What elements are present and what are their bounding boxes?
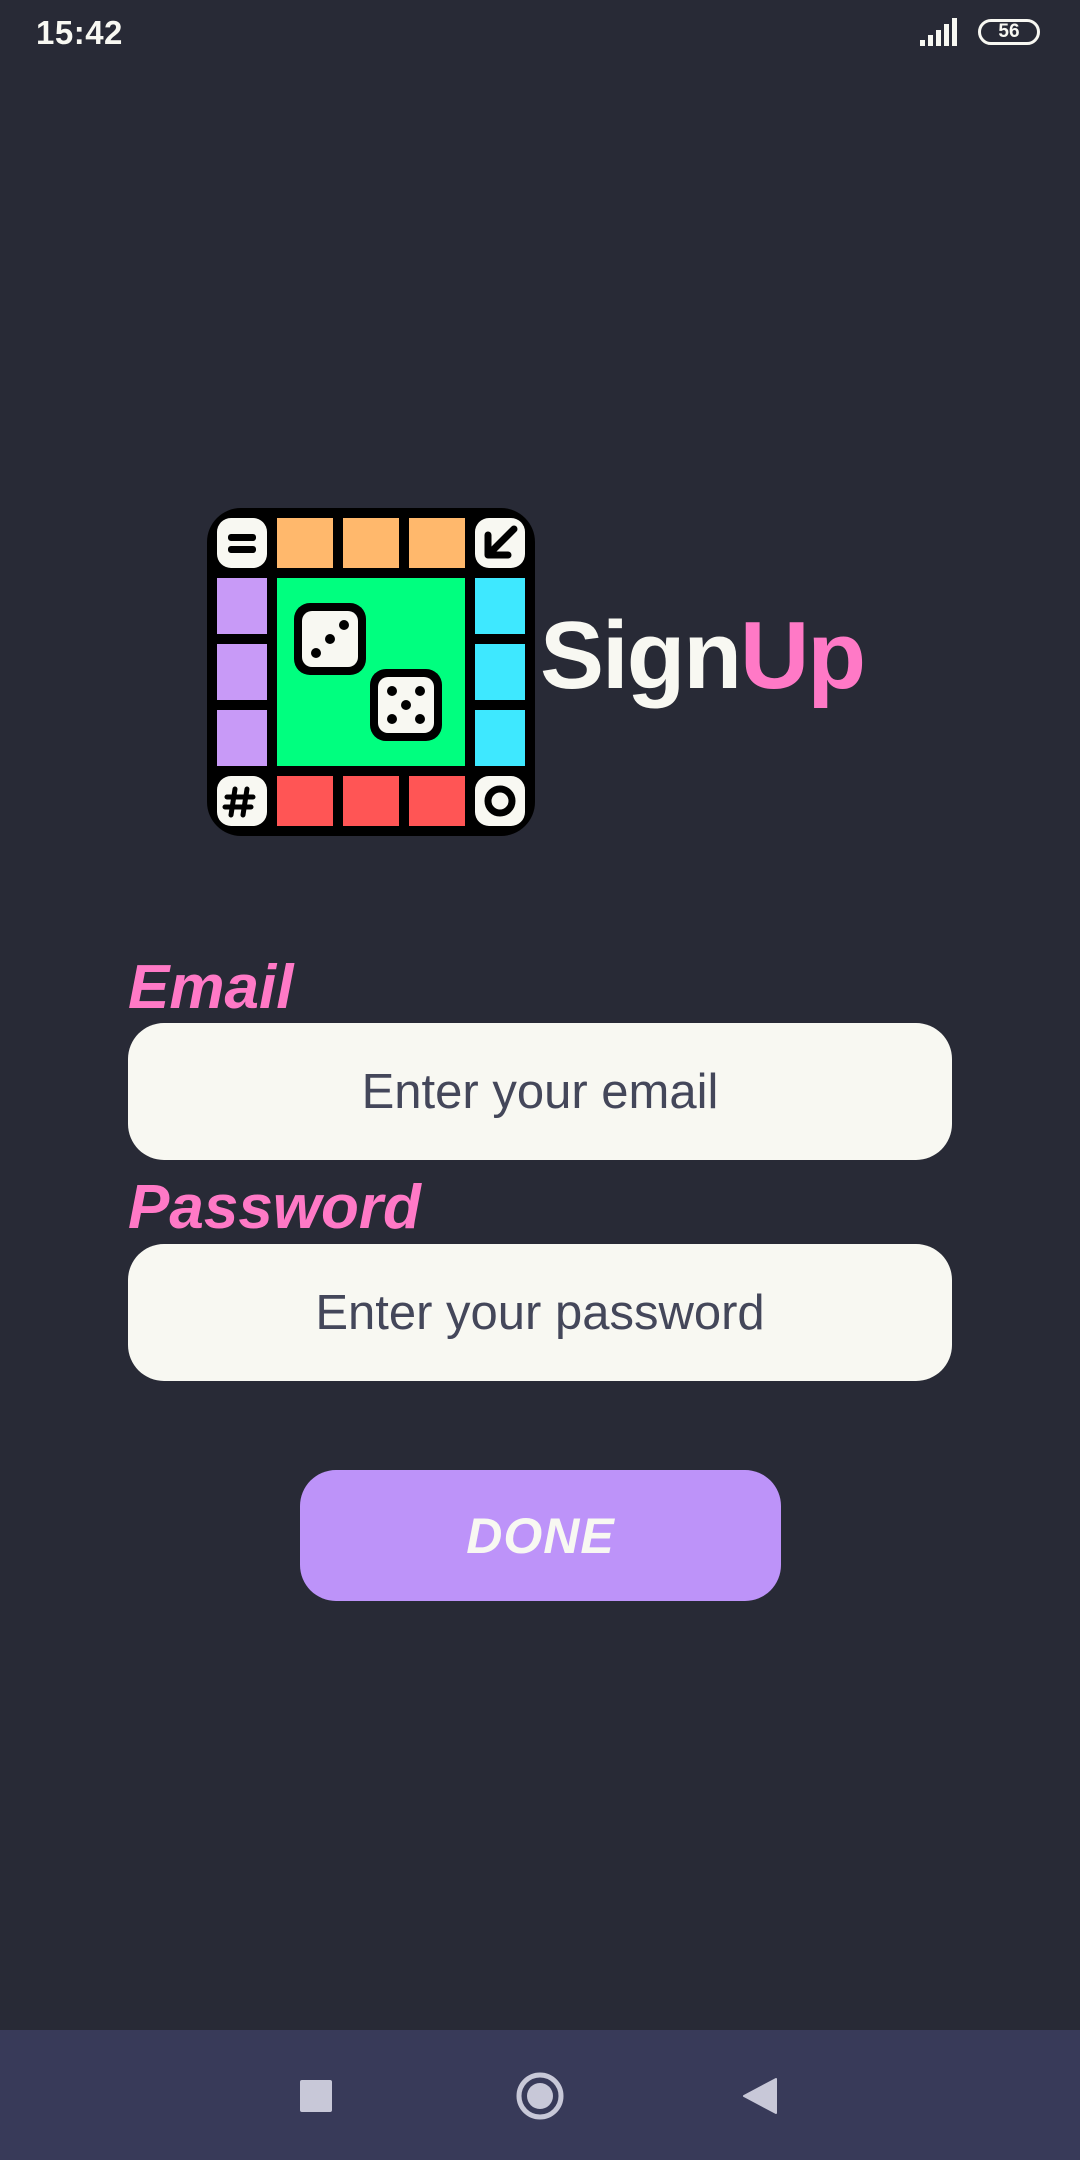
triangle-back-icon[interactable]	[730, 2066, 790, 2126]
square-icon[interactable]	[286, 2066, 346, 2126]
email-label: Email	[128, 953, 294, 1022]
battery-level: 56	[998, 21, 1020, 42]
email-field[interactable]	[128, 1023, 952, 1160]
title-up: Up	[739, 602, 866, 709]
board-game-icon	[202, 503, 540, 841]
circle-icon[interactable]	[510, 2066, 570, 2126]
password-field[interactable]	[128, 1244, 952, 1381]
title-sign: Sign	[540, 602, 742, 709]
status-time: 15:42	[36, 14, 123, 51]
done-button[interactable]: DONE	[300, 1470, 781, 1601]
signup-title: SignUp	[540, 596, 866, 716]
signal-bars-icon	[920, 18, 962, 51]
battery-indicator: 56	[978, 19, 1040, 45]
navigation-bar	[0, 2030, 1080, 2160]
password-label: Password	[128, 1173, 421, 1242]
status-bar: 15:42 56	[0, 0, 1080, 66]
